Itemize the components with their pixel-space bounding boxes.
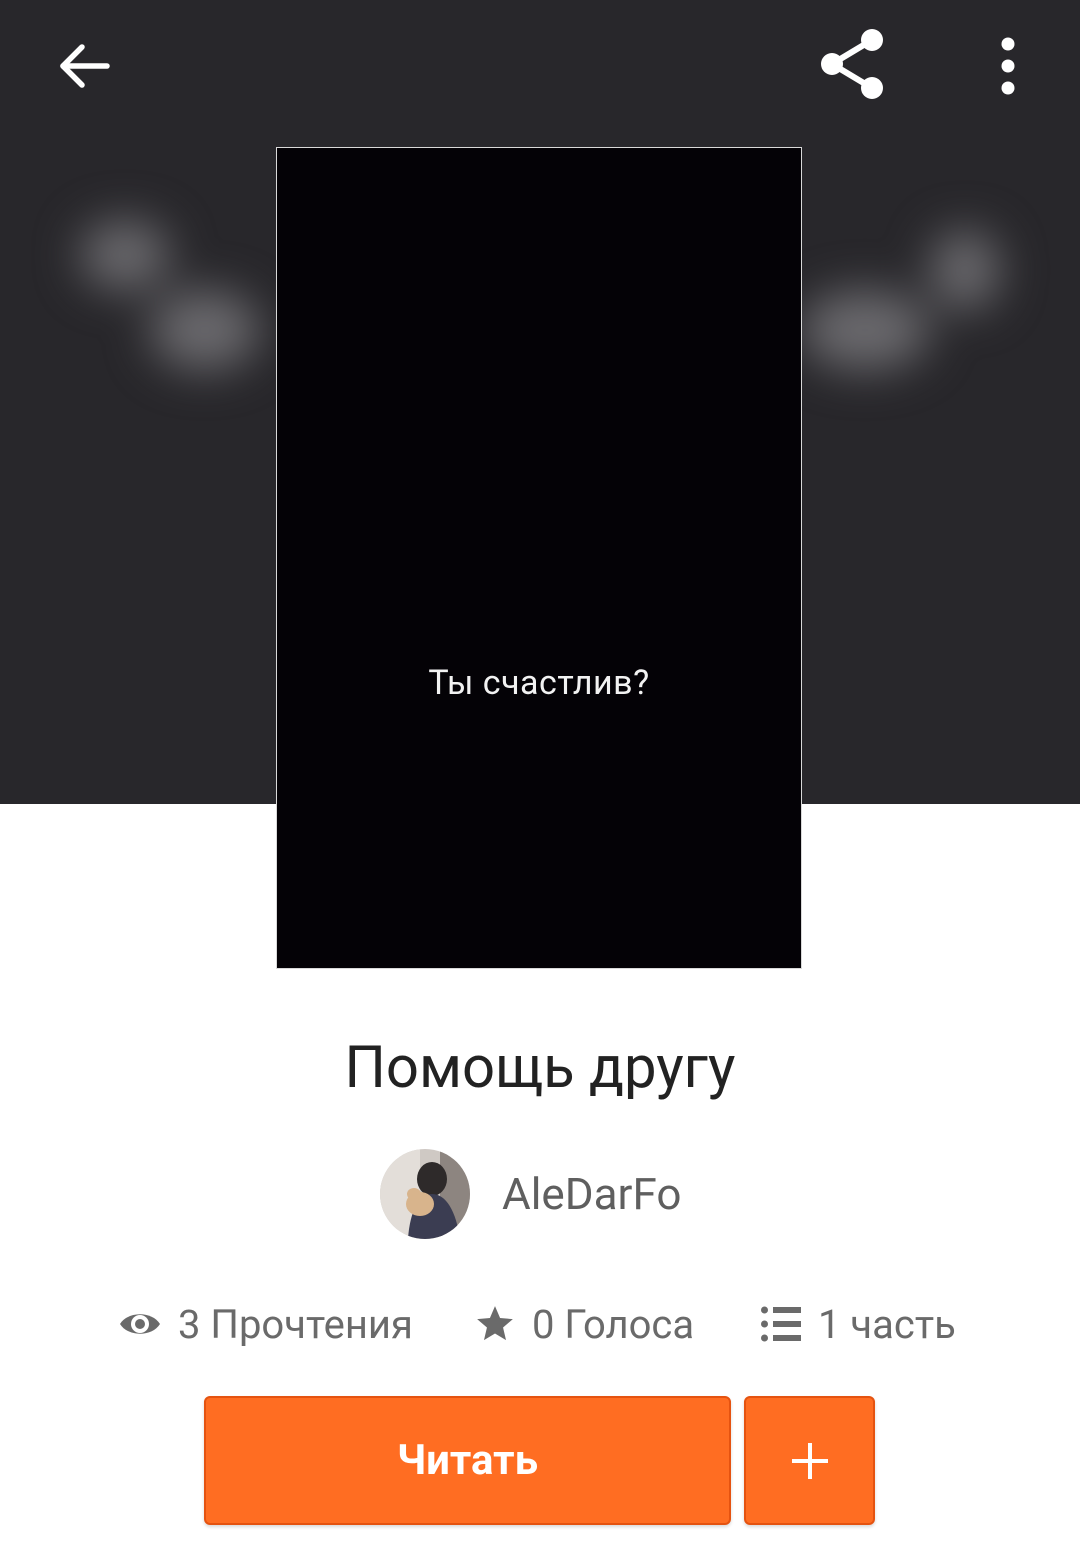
plus-icon: [791, 1442, 828, 1479]
add-to-library-button[interactable]: [744, 1396, 875, 1525]
more-options-button[interactable]: [968, 22, 1048, 110]
share-button[interactable]: [806, 18, 898, 110]
parts-count: 1 часть: [818, 1300, 956, 1348]
story-title: Помощь другу: [344, 1034, 736, 1102]
star-icon: [477, 1306, 513, 1341]
arrow-back-icon: [60, 44, 110, 88]
reads-count: 3 Прочтения: [178, 1300, 413, 1348]
votes-stat: 0 Голоса: [474, 1296, 694, 1352]
read-button[interactable]: Читать: [204, 1396, 731, 1525]
avatar[interactable]: [380, 1149, 470, 1239]
back-button[interactable]: [40, 22, 128, 110]
author-link[interactable]: AleDarFo: [380, 1148, 681, 1240]
author-name: AleDarFo: [502, 1168, 682, 1220]
cover-text: Ты счастлив?: [428, 663, 650, 703]
story-stats: 3 Прочтения 0 Голоса 1 часть: [0, 1296, 1080, 1352]
story-cover[interactable]: Ты счастлив?: [276, 147, 802, 969]
votes-count: 0 Голоса: [532, 1300, 695, 1348]
read-button-label: Читать: [396, 1436, 539, 1485]
more-vertical-icon: [1001, 37, 1015, 95]
reads-stat: 3 Прочтения: [118, 1296, 413, 1352]
parts-stat: 1 часть: [760, 1296, 956, 1352]
list-icon: [761, 1306, 801, 1342]
share-icon: [821, 29, 883, 99]
eye-icon: [120, 1314, 160, 1334]
